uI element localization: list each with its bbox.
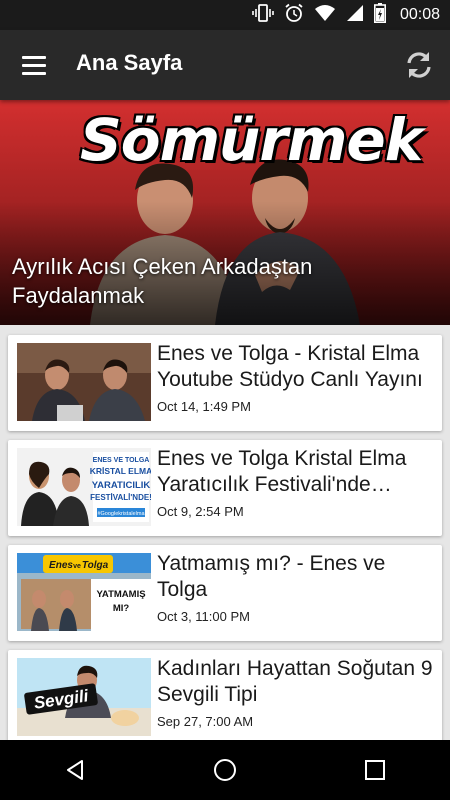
featured-banner-text: Sömürmek <box>80 106 423 174</box>
video-title: Yatmamış mı? - Enes ve Tolga <box>157 552 386 601</box>
signal-icon <box>346 4 364 27</box>
video-card[interactable]: ENES VE TOLGA KRİSTAL ELMA YARATICILIK F… <box>8 440 442 536</box>
thumb-text: Enes <box>49 560 73 571</box>
video-thumbnail <box>17 343 151 421</box>
status-bar: 00:08 <box>0 0 450 30</box>
video-title: Enes ve Tolga Kristal Elma Yaratıcılık F… <box>157 447 407 496</box>
thumb-text: YATMAMIŞ <box>96 589 145 600</box>
status-time: 00:08 <box>399 6 440 23</box>
thumb-text: #Googlekristalelma <box>97 511 145 517</box>
back-icon[interactable] <box>45 745 105 795</box>
app-bar: Ana Sayfa <box>0 30 450 100</box>
wifi-icon <box>314 4 336 27</box>
page-title: Ana Sayfa <box>76 50 183 75</box>
navigation-bar <box>0 740 450 800</box>
video-list: Enes ve Tolga - Kristal Elma Youtube Stü… <box>0 325 450 740</box>
video-thumbnail: Sevgili <box>17 658 151 736</box>
video-title: Kadınları Hayattan Soğutan 9 Sevgili Tip… <box>157 657 433 706</box>
status-icons: 00:08 <box>252 0 440 30</box>
battery-icon <box>373 2 386 28</box>
recents-icon[interactable] <box>345 745 405 795</box>
thumb-text: KRİSTAL ELMA <box>90 466 151 476</box>
video-card[interactable]: Sevgili Kadınları Hayattan Soğutan 9 Sev… <box>8 650 442 740</box>
refresh-icon[interactable] <box>400 46 438 84</box>
featured-video[interactable]: Sömürmek Ayrılık Acısı Çeken Arkadaştan … <box>0 100 450 325</box>
video-title: Enes ve Tolga - Kristal Elma Youtube Stü… <box>157 342 423 391</box>
hamburger-menu-icon[interactable] <box>14 47 54 83</box>
video-card[interactable]: Enes ve Tolga YATMAMIŞ MI? Yatmamış mı? … <box>8 545 442 641</box>
video-thumbnail: Enes ve Tolga YATMAMIŞ MI? <box>17 553 151 631</box>
thumb-text: ENES VE TOLGA <box>93 457 150 464</box>
thumb-text: YARATICILIK <box>92 480 151 491</box>
home-icon[interactable] <box>195 745 255 795</box>
alarm-icon <box>284 3 304 28</box>
video-date: Sep 27, 7:00 AM <box>157 714 254 729</box>
video-date: Oct 9, 2:54 PM <box>157 504 244 519</box>
thumb-text: ve <box>73 563 81 570</box>
video-date: Oct 14, 1:49 PM <box>157 399 251 414</box>
video-card[interactable]: Enes ve Tolga - Kristal Elma Youtube Stü… <box>8 335 442 431</box>
video-thumbnail: ENES VE TOLGA KRİSTAL ELMA YARATICILIK F… <box>17 448 151 526</box>
vibrate-icon <box>252 3 274 27</box>
thumb-text: Tolga <box>82 560 109 571</box>
featured-title: Ayrılık Acısı Çeken Arkadaştan Faydalanm… <box>12 254 313 308</box>
thumb-text: FESTİVALİ'NDE! <box>90 493 151 502</box>
video-date: Oct 3, 11:00 PM <box>157 609 250 624</box>
thumb-text: MI? <box>113 603 130 614</box>
